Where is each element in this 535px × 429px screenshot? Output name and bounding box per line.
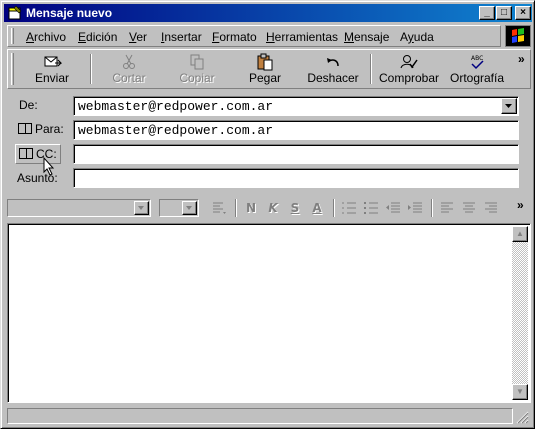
copy-label: Copiar [179, 71, 215, 85]
paragraph-style-icon[interactable] [211, 200, 227, 216]
cc-field[interactable] [73, 144, 519, 164]
menu-archivo[interactable]: Archivo [26, 30, 66, 44]
check-names-icon [400, 55, 418, 69]
copy-button[interactable]: Copiar [166, 51, 228, 87]
scroll-down-button[interactable]: ▼ [512, 384, 528, 400]
scissors-icon [123, 54, 135, 69]
svg-text:ABC: ABC [471, 55, 483, 62]
undo-label: Deshacer [307, 71, 359, 85]
minimize-button[interactable]: _ [479, 6, 495, 20]
maximize-button[interactable]: □ [496, 6, 512, 20]
menu-ayuda[interactable]: Ayuda [400, 30, 434, 44]
compose-window: Mensaje nuevo _ □ × Archivo Edición Ver … [0, 0, 535, 429]
font-size-dropdown[interactable] [182, 201, 197, 215]
bold-button[interactable]: N [243, 200, 259, 216]
menu-herramientas[interactable]: Herramientas [266, 30, 338, 44]
underline-button[interactable]: S [287, 200, 303, 216]
to-address-button[interactable]: Para: [15, 120, 67, 138]
to-label: Para: [35, 122, 64, 136]
decrease-indent-icon[interactable] [385, 200, 401, 216]
windows-logo [505, 25, 531, 47]
check-names-button[interactable]: Comprobar [378, 51, 440, 87]
font-name-select[interactable] [7, 199, 151, 217]
align-left-icon[interactable] [439, 200, 455, 216]
chevron-down-icon [138, 206, 144, 210]
to-field[interactable]: webmaster@redpower.com.ar [73, 120, 519, 140]
address-book-icon [18, 123, 32, 134]
paste-icon [257, 53, 273, 71]
from-combobox[interactable]: webmaster@redpower.com.ar [73, 96, 519, 116]
toolbar-overflow-chevron[interactable]: » [518, 52, 525, 66]
cut-label: Cortar [112, 71, 146, 85]
from-label: De: [19, 98, 38, 112]
chevron-down-icon [505, 104, 512, 108]
chevron-down-icon [186, 206, 192, 210]
font-size-select[interactable] [159, 199, 199, 217]
paste-button[interactable]: Pegar [234, 51, 296, 87]
align-center-icon[interactable] [461, 200, 477, 216]
check-names-label: Comprobar [378, 71, 440, 85]
toolbar-separator [90, 54, 92, 84]
windows-flag-icon [512, 28, 524, 43]
spelling-icon: ABC [471, 55, 484, 70]
send-button[interactable]: Enviar [20, 51, 84, 87]
undo-button[interactable]: Deshacer [302, 51, 364, 87]
status-pane [7, 408, 513, 424]
send-label: Enviar [34, 71, 69, 85]
copy-icon [190, 54, 204, 70]
menu-formato[interactable]: Formato [212, 30, 257, 44]
address-book-icon [19, 148, 33, 159]
from-dropdown-button[interactable] [501, 98, 517, 114]
spelling-button[interactable]: ABC Ortografía [446, 51, 508, 87]
paste-label: Pegar [248, 71, 282, 85]
mouse-cursor-icon [43, 157, 55, 176]
spelling-label: Ortografía [449, 71, 505, 85]
format-overflow-chevron[interactable]: » [517, 198, 524, 212]
from-value: webmaster@redpower.com.ar [78, 99, 274, 114]
menu-edicion[interactable]: Edición [78, 30, 117, 44]
compose-message-icon [8, 5, 22, 20]
italic-button[interactable]: K [265, 200, 281, 216]
format-toolbar: N K S A » [7, 196, 531, 220]
send-icon [44, 56, 62, 67]
close-button[interactable]: × [515, 6, 531, 20]
cut-button[interactable]: Cortar [98, 51, 160, 87]
font-name-dropdown[interactable] [134, 201, 149, 215]
format-separator [333, 199, 335, 217]
numbered-list-icon[interactable] [341, 200, 357, 216]
subject-field[interactable] [73, 168, 519, 188]
menu-ver[interactable]: Ver [129, 30, 147, 44]
menu-insertar[interactable]: Insertar [161, 30, 202, 44]
to-value: webmaster@redpower.com.ar [78, 123, 274, 138]
window-title: Mensaje nuevo [26, 6, 113, 20]
toolbar-separator [370, 54, 372, 84]
title-bar[interactable]: Mensaje nuevo _ □ × [4, 4, 532, 22]
format-separator [431, 199, 433, 217]
status-bar [5, 406, 531, 426]
resize-grip-icon[interactable] [515, 410, 529, 424]
message-body-editor[interactable]: ▲ ▼ [7, 223, 531, 403]
menu-mensaje[interactable]: Mensaje [344, 30, 389, 44]
menu-bar: Archivo Edición Ver Insertar Formato Her… [7, 25, 501, 47]
menubar-grip[interactable] [11, 28, 14, 44]
format-separator [235, 199, 237, 217]
toolbar-grip[interactable] [11, 53, 14, 85]
font-color-button[interactable]: A [309, 200, 325, 216]
bulleted-list-icon[interactable] [363, 200, 379, 216]
body-vertical-scrollbar[interactable]: ▲ ▼ [512, 226, 528, 400]
undo-icon [327, 58, 339, 67]
align-right-icon[interactable] [483, 200, 499, 216]
scroll-up-button[interactable]: ▲ [512, 226, 528, 242]
standard-toolbar: Enviar Cortar Copiar Pegar Deshacer Comp… [7, 49, 531, 89]
increase-indent-icon[interactable] [407, 200, 423, 216]
